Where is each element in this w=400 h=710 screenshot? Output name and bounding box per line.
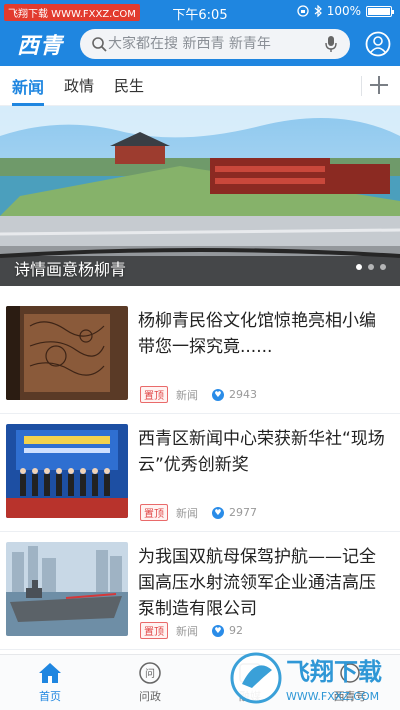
- microphone-icon[interactable]: [322, 35, 340, 53]
- news-section: 新闻: [176, 388, 198, 402]
- like-count: 2943: [229, 388, 257, 401]
- tab-news[interactable]: 新闻: [12, 66, 45, 106]
- news-title: 西青区新闻中心荣获新华社“现场云”优秀创新奖: [138, 429, 385, 475]
- search-icon: [90, 35, 108, 53]
- like-icon: ♥: [212, 506, 224, 519]
- category-tabs: 新闻 政情 民生: [0, 66, 400, 106]
- nav-ask[interactable]: 问 问政: [100, 655, 200, 710]
- status-right: 100%: [297, 4, 394, 18]
- status-bar: 飞翔下载 WWW.FXXZ.COM 下午6:05 100%: [0, 0, 400, 23]
- pinned-badge: 置顶: [140, 622, 168, 639]
- pinned-badge: 置顶: [140, 504, 168, 521]
- news-meta: 置顶 新闻 ♥ 92: [140, 622, 243, 639]
- carousel-dots: [356, 264, 386, 270]
- app-logo[interactable]: 西青: [0, 28, 80, 60]
- news-section: 新闻: [176, 506, 198, 520]
- top-bar: 飞翔下载 WWW.FXXZ.COM 下午6:05 100% 西青: [0, 0, 400, 66]
- banner-caption: 诗情画意杨柳青: [14, 260, 127, 279]
- banner-carousel[interactable]: 诗情画意杨柳青: [0, 106, 400, 286]
- news-meta: 置顶 新闻 ♥ 2943: [140, 386, 257, 403]
- pinned-badge: 置顶: [140, 386, 168, 403]
- carousel-dot[interactable]: [356, 264, 362, 270]
- battery-level: [368, 7, 390, 15]
- lock-rotation-icon: [297, 5, 309, 17]
- nav-home-label: 首页: [39, 689, 61, 703]
- tab-livelihood[interactable]: 民生: [114, 66, 144, 106]
- user-icon: [365, 31, 391, 57]
- carousel-dot[interactable]: [380, 264, 386, 270]
- svg-text:问: 问: [145, 667, 155, 680]
- watermark-url: WWW.FXXZ.COM: [286, 690, 379, 703]
- like-count: 92: [229, 624, 243, 637]
- battery-percent: 100%: [326, 4, 361, 18]
- user-avatar-button[interactable]: [358, 31, 398, 57]
- search-input[interactable]: [108, 36, 322, 52]
- like-icon: ♥: [212, 388, 224, 401]
- watermark-logo: 飞翔下载 WWW.FXXZ.COM: [230, 652, 382, 704]
- news-title: 为我国双航母保驾护航——记全国高压水射流领军企业通洁高压泵制造有限公司: [138, 547, 376, 619]
- news-meta: 置顶 新闻 ♥ 2977: [140, 504, 257, 521]
- news-thumbnail: [6, 306, 128, 400]
- like-count: 2977: [229, 506, 257, 519]
- carousel-dot[interactable]: [368, 264, 374, 270]
- add-channel-icon[interactable]: [370, 76, 388, 94]
- nav-home[interactable]: 首页: [0, 655, 100, 710]
- bluetooth-icon: [314, 5, 322, 17]
- news-section: 新闻: [176, 624, 198, 638]
- battery-icon: [366, 5, 394, 17]
- news-thumbnail: [6, 542, 128, 636]
- search-bar[interactable]: [80, 29, 350, 59]
- like-icon: ♥: [212, 624, 224, 637]
- news-item[interactable]: 为我国双航母保驾护航——记全国高压水射流领军企业通洁高压泵制造有限公司 置顶 新…: [0, 532, 400, 650]
- news-item[interactable]: 西青区新闻中心荣获新华社“现场云”优秀创新奖 置顶 新闻 ♥ 2977: [0, 414, 400, 532]
- tabs-divider: [361, 76, 362, 96]
- app-header: 西青: [0, 22, 400, 66]
- ask-icon: 问: [139, 661, 161, 684]
- news-thumbnail: [6, 424, 128, 518]
- home-icon: [39, 662, 61, 683]
- news-item[interactable]: 杨柳青民俗文化馆惊艳亮相小编带您一探究竟...... 置顶 新闻 ♥ 2943: [0, 296, 400, 414]
- tab-politics[interactable]: 政情: [64, 66, 94, 106]
- watermark-text: 飞翔下载: [286, 658, 382, 686]
- news-title: 杨柳青民俗文化馆惊艳亮相小编带您一探究竟......: [138, 311, 376, 357]
- nav-ask-label: 问政: [139, 689, 161, 703]
